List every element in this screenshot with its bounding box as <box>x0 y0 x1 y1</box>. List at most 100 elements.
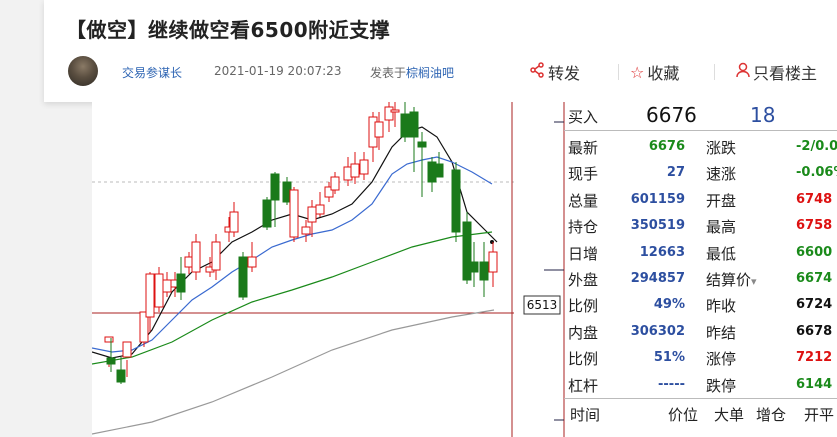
candle-body <box>409 111 419 138</box>
quote-row: 持仓 350519 最高 6758 <box>564 213 837 239</box>
divider <box>564 130 837 131</box>
candle-body <box>451 169 461 233</box>
quote-row: 总量 601159 开盘 6748 <box>564 187 837 213</box>
quote-value: 350519 <box>630 218 685 234</box>
author-link[interactable]: 交易参谋长 <box>122 64 182 81</box>
share-icon <box>529 62 545 82</box>
chart-axis <box>511 102 565 437</box>
only-author-label: 只看楼主 <box>753 64 818 83</box>
candle-body <box>247 256 257 268</box>
quote-label: 昨收 <box>706 297 737 316</box>
quote-row: 比例 51% 涨停 7212 <box>564 345 837 371</box>
quote-label: 总量 <box>568 191 599 210</box>
quote-value: 6676 <box>648 139 685 154</box>
quote-row: 比例 49% 昨收 6724 <box>564 292 837 318</box>
quote-value: 601159 <box>630 191 685 207</box>
quote-label: 现手 <box>568 165 599 184</box>
quote-label: 外盘 <box>568 271 599 289</box>
dropdown-icon[interactable]: ▾ <box>751 275 757 288</box>
forum-link[interactable]: 棕榈油吧 <box>406 66 454 80</box>
star-icon: ☆ <box>630 62 645 82</box>
candle-body <box>289 189 299 238</box>
candle-body <box>417 141 427 148</box>
quote-row: 内盘 306302 昨结 6678 <box>564 319 837 345</box>
quote-value: 6758 <box>796 218 833 234</box>
candle-body <box>122 341 132 358</box>
post-meta: 交易参谋长 2021-01-19 20:07:23 发表于棕榈油吧 转发 ☆ 收… <box>68 54 837 90</box>
candle-body <box>191 241 201 273</box>
candle-body <box>154 273 164 308</box>
divider <box>618 64 619 80</box>
candle-body <box>270 173 280 201</box>
candle-body <box>350 163 360 178</box>
trading-screenshot: 6513 买入 6676 18 最新 6676 涨跌 -2/0.03% 现手 27 速涨 -0… <box>92 102 837 437</box>
from-prefix: 发表于 <box>370 66 407 80</box>
post-datetime: 2021-01-19 20:07:23 <box>214 64 342 78</box>
quote-value: 49% <box>653 297 685 313</box>
col-oi: 增仓 <box>756 406 787 424</box>
quote-label: 跌停 <box>706 376 737 395</box>
candle-body <box>162 279 172 293</box>
quote-label: 最高 <box>706 218 737 237</box>
quote-label: 速涨 <box>706 165 737 184</box>
collect-button[interactable]: ☆ 收藏 <box>630 60 679 84</box>
divider <box>564 398 837 399</box>
quote-panel: 买入 6676 18 最新 6676 涨跌 -2/0.03% 现手 27 速涨 -0.06% 总… <box>564 102 837 437</box>
col-time: 时间 <box>570 406 601 424</box>
candle-body <box>479 261 489 281</box>
candle-body <box>307 206 317 223</box>
quote-label: 比例 <box>568 297 599 316</box>
candle-body <box>400 113 410 138</box>
candle-body <box>384 106 394 121</box>
quote-label: 杠杆 <box>568 376 599 395</box>
avatar[interactable] <box>68 56 98 86</box>
quote-value: -2/0.03% <box>796 139 837 154</box>
post-source: 发表于棕榈油吧 <box>370 64 454 81</box>
candle-body <box>229 211 239 233</box>
price-tag: 6513 <box>526 298 558 312</box>
col-big: 大单 <box>714 406 745 424</box>
candle-body <box>390 109 400 113</box>
divider <box>714 64 715 80</box>
buy-price: 6676 <box>646 103 697 127</box>
candle-body <box>104 336 114 343</box>
buy-label: 买入 <box>568 108 599 126</box>
candle-body <box>145 273 155 318</box>
quote-label: 昨结 <box>706 323 737 342</box>
quote-label: 日增 <box>568 244 599 263</box>
quote-value: ----- <box>658 376 685 392</box>
quote-row: 杠杆 ----- 跌停 6144 <box>564 372 837 398</box>
quote-value: 51% <box>653 350 685 366</box>
quote-value: 6144 <box>796 376 833 392</box>
quote-label: 内盘 <box>568 323 599 342</box>
quote-label: 涨跌 <box>706 139 737 157</box>
only-author-button[interactable]: 只看楼主 <box>736 60 817 84</box>
quote-value: 12663 <box>639 244 685 260</box>
quote-value: 7212 <box>796 350 833 366</box>
quote-label: 比例 <box>568 350 599 369</box>
post-header: 【做空】继续做空看6500附近支撑 交易参谋长 2021-01-19 20:07… <box>44 0 837 102</box>
quote-value: 6678 <box>796 323 833 339</box>
quote-value: -0.06% <box>796 165 837 181</box>
quote-value: 6724 <box>796 297 833 313</box>
candle-body <box>211 241 221 271</box>
quote-row: 外盘 294857 结算价▾ 6674 <box>564 266 837 292</box>
quote-value: 27 <box>666 165 685 181</box>
share-button[interactable]: 转发 <box>529 60 580 84</box>
col-open: 开平 <box>804 406 835 424</box>
candle-body <box>315 204 325 215</box>
quote-row: 现手 27 速涨 -0.06% <box>564 160 837 186</box>
quote-value: 306302 <box>630 323 685 339</box>
candle-body <box>469 261 479 273</box>
buy-volume: 18 <box>750 103 776 127</box>
candle-body <box>330 176 340 191</box>
buy-row: 买入 6676 18 <box>564 102 837 128</box>
candle-body <box>374 121 384 138</box>
quote-value: 294857 <box>630 271 685 286</box>
quote-label: 持仓 <box>568 218 599 237</box>
quote-label: 最新 <box>568 139 599 157</box>
candle-body <box>106 357 116 365</box>
candle-body <box>176 273 186 293</box>
share-label: 转发 <box>548 64 581 83</box>
post-title: 【做空】继续做空看6500附近支撑 <box>66 18 391 42</box>
